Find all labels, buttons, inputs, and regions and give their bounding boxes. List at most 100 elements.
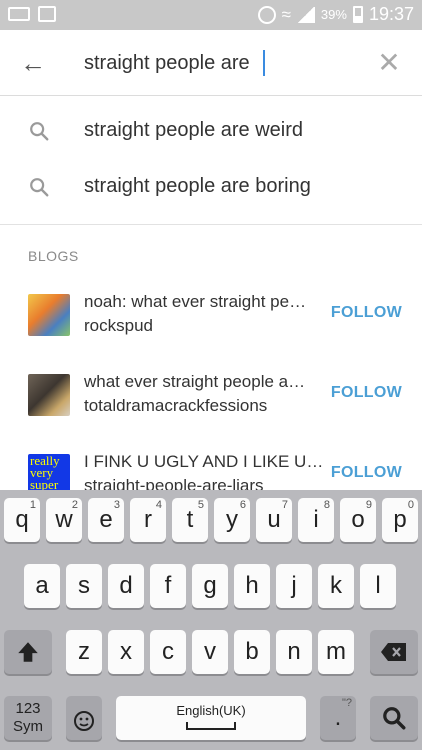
blog-name: totaldramacrackfessions	[84, 396, 268, 415]
close-icon[interactable]: ✕	[374, 48, 404, 78]
shift-key[interactable]	[4, 630, 52, 674]
key-c[interactable]: c	[150, 630, 186, 674]
key-hint: 6	[239, 499, 246, 511]
battery-icon	[352, 6, 363, 23]
shift-arrow-icon	[18, 642, 38, 662]
signal-icon	[296, 6, 315, 23]
blog-title: noah: what ever straight pe…	[84, 292, 307, 311]
key-o[interactable]: 9o	[340, 498, 376, 542]
key-label: Sym	[13, 718, 43, 735]
status-bar: ≈ 39% 19:37	[0, 0, 422, 30]
key-p[interactable]: 0p	[382, 498, 418, 542]
key-z[interactable]: z	[66, 630, 102, 674]
key-label: s	[78, 572, 90, 599]
blog-avatar	[28, 294, 70, 336]
blog-row[interactable]: noah: what ever straight pe… rockspud FO…	[0, 284, 422, 362]
wifi-icon: ≈	[281, 4, 291, 24]
symbols-key[interactable]: 123 Sym	[4, 696, 52, 740]
key-x[interactable]: x	[108, 630, 144, 674]
key-q[interactable]: 1q	[4, 498, 40, 542]
key-f[interactable]: f	[150, 564, 186, 608]
backspace-icon	[381, 643, 406, 661]
divider	[0, 224, 422, 225]
key-i[interactable]: 8i	[298, 498, 334, 542]
key-label: a	[35, 572, 49, 599]
key-hint: 7	[281, 499, 288, 511]
key-h[interactable]: h	[234, 564, 270, 608]
blog-title: I FINK U UGLY AND I LIKE U…	[84, 452, 324, 471]
battery-percent: 39%	[320, 7, 347, 22]
key-hint: 0	[407, 499, 414, 511]
blog-avatar	[28, 374, 70, 416]
key-label: c	[162, 638, 174, 665]
key-hint: 4	[155, 499, 162, 511]
key-m[interactable]: m	[318, 630, 354, 674]
key-l[interactable]: l	[360, 564, 396, 608]
key-r[interactable]: 4r	[130, 498, 166, 542]
key-hint: 5	[197, 499, 204, 511]
key-a[interactable]: a	[24, 564, 60, 608]
key-label: x	[120, 638, 132, 665]
key-b[interactable]: b	[234, 630, 270, 674]
key-label: h	[245, 572, 259, 599]
search-input[interactable]	[84, 48, 344, 78]
follow-button[interactable]: FOLLOW	[331, 384, 402, 402]
keyboard-icon	[8, 7, 30, 21]
on-screen-keyboard: 1q 2w 3e 4r 5t 6y 7u 8i 9o 0p a s d f g …	[0, 490, 422, 750]
space-key[interactable]: English(UK)	[116, 696, 306, 740]
key-label: l	[375, 572, 381, 599]
key-label: v	[204, 638, 216, 665]
key-t[interactable]: 5t	[172, 498, 208, 542]
key-u[interactable]: 7u	[256, 498, 292, 542]
suggestion-label: straight people are weird	[84, 119, 304, 141]
period-key[interactable]: "? .	[320, 696, 356, 740]
key-label: j	[291, 572, 297, 599]
key-label: d	[119, 572, 133, 599]
suggestion-item[interactable]: straight people are weird	[0, 103, 422, 159]
clock: 19:37	[368, 4, 414, 24]
key-hint: 2	[71, 499, 78, 511]
arrow-left-icon[interactable]: ←	[18, 48, 48, 78]
backspace-key[interactable]	[370, 630, 418, 674]
key-k[interactable]: k	[318, 564, 354, 608]
blog-title: what ever straight people a…	[84, 372, 306, 391]
key-y[interactable]: 6y	[214, 498, 250, 542]
alarm-icon	[257, 5, 276, 24]
key-label: k	[330, 572, 342, 599]
key-label: g	[203, 572, 217, 599]
key-g[interactable]: g	[192, 564, 228, 608]
key-w[interactable]: 2w	[46, 498, 82, 542]
section-label-blogs: BLOGS	[28, 248, 79, 264]
key-e[interactable]: 3e	[88, 498, 124, 542]
suggestion-item[interactable]: straight people are boring	[0, 159, 422, 215]
emoji-mic-icon	[74, 711, 94, 731]
key-label: b	[245, 638, 259, 665]
key-hint: "?	[341, 697, 352, 709]
search-key[interactable]	[370, 696, 418, 740]
key-label: English(UK)	[176, 703, 246, 718]
key-n[interactable]: n	[276, 630, 312, 674]
key-label: z	[78, 638, 90, 665]
key-label: 123	[15, 700, 41, 717]
key-hint: 3	[113, 499, 120, 511]
key-hint: 1	[29, 499, 36, 511]
key-label: f	[164, 572, 172, 599]
key-label: n	[287, 638, 301, 665]
key-label: m	[326, 638, 346, 665]
blog-name: rockspud	[84, 316, 153, 335]
follow-button[interactable]: FOLLOW	[331, 304, 402, 322]
key-d[interactable]: d	[108, 564, 144, 608]
key-hint: 8	[323, 499, 330, 511]
blog-row[interactable]: what ever straight people a… totaldramac…	[0, 364, 422, 442]
key-j[interactable]: j	[276, 564, 312, 608]
search-bar: ← ✕	[0, 30, 422, 96]
space-bar-icon	[186, 722, 236, 730]
emoji-key[interactable]	[66, 696, 102, 740]
key-s[interactable]: s	[66, 564, 102, 608]
key-hint: 9	[365, 499, 372, 511]
key-v[interactable]: v	[192, 630, 228, 674]
image-icon	[38, 6, 56, 22]
follow-button[interactable]: FOLLOW	[331, 464, 402, 482]
search-icon	[30, 122, 49, 141]
search-icon	[383, 707, 406, 730]
